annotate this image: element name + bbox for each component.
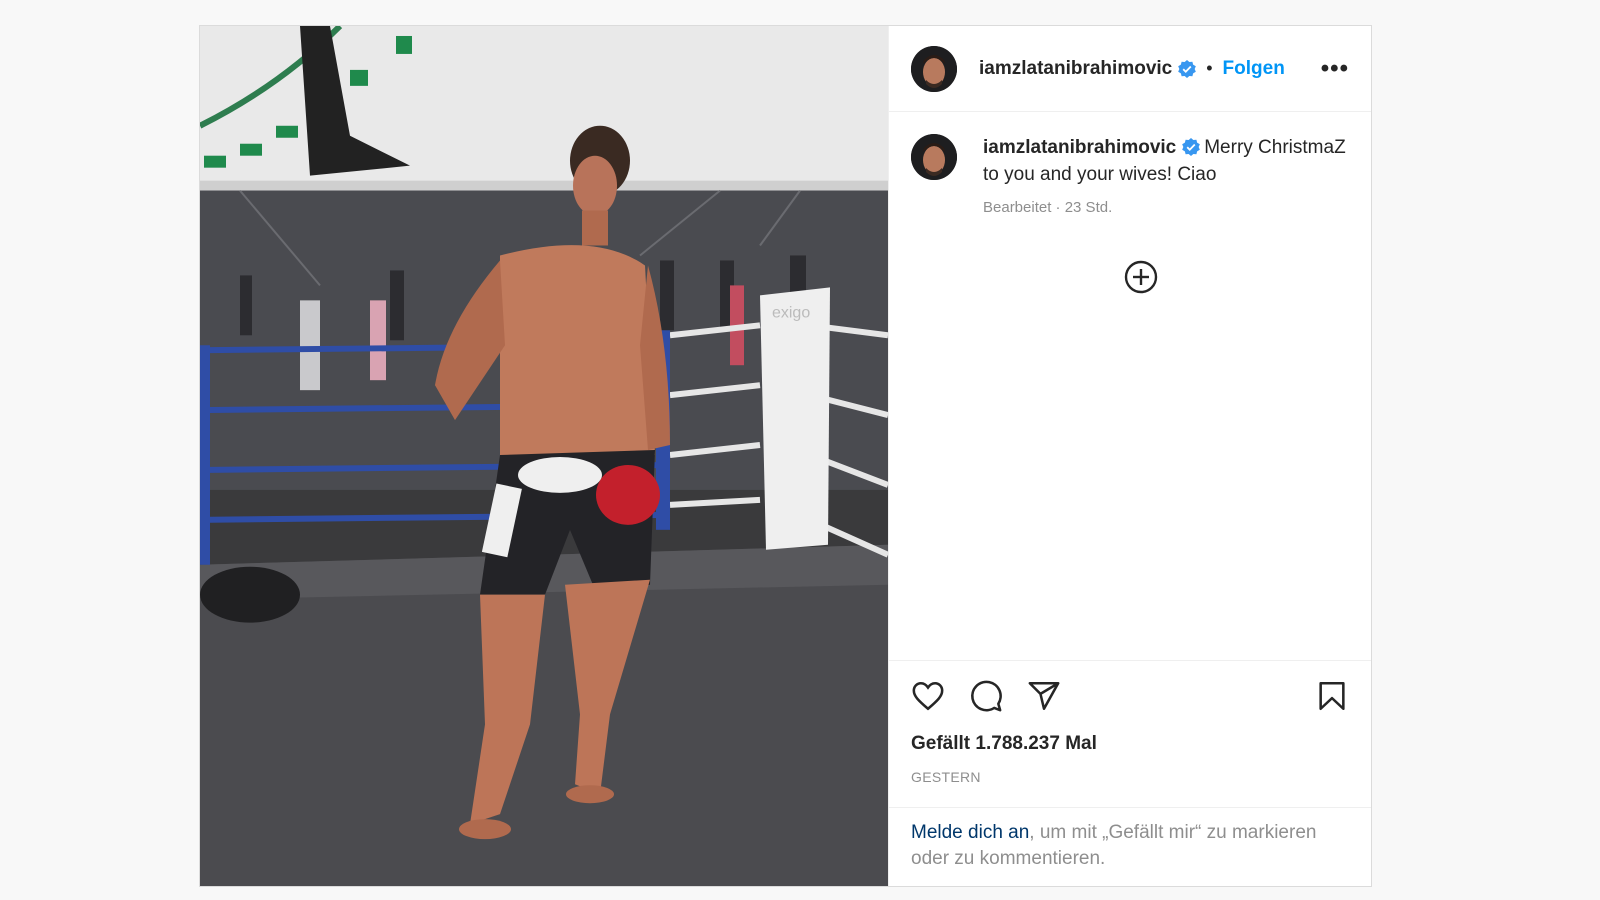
post-photo[interactable]: exigo bbox=[200, 26, 888, 886]
author-username[interactable]: iamzlatanibrahimovic bbox=[979, 58, 1172, 80]
caption-body: iamzlatanibrahimovic Merry ChristmaZ to y… bbox=[983, 134, 1349, 221]
author-avatar[interactable] bbox=[911, 45, 957, 92]
paper-plane-icon[interactable] bbox=[1027, 679, 1061, 713]
follow-button[interactable]: Folgen bbox=[1223, 58, 1285, 80]
svg-text:exigo: exigo bbox=[772, 304, 810, 321]
caption-meta: Bearbeitet · 23 Std. bbox=[983, 199, 1113, 216]
post-date: GESTERN bbox=[911, 769, 981, 785]
post-actions: Gefällt 1.788.237 Mal GESTERN bbox=[889, 660, 1371, 785]
login-prompt: Melde dich an, um mit „Gefällt mir“ zu m… bbox=[889, 807, 1371, 886]
plus-circle-icon[interactable] bbox=[1123, 259, 1159, 295]
instagram-post: exigo iamzlatanibrahimovic • Folgen ••• … bbox=[199, 25, 1372, 887]
action-icons bbox=[911, 679, 1349, 713]
login-link[interactable]: Melde dich an bbox=[911, 822, 1029, 843]
caption-avatar[interactable] bbox=[911, 134, 957, 180]
comments-area: iamzlatanibrahimovic Merry ChristmaZ to y… bbox=[889, 112, 1371, 660]
boxing-ring-photo: exigo bbox=[200, 26, 888, 886]
post-header: iamzlatanibrahimovic • Folgen ••• bbox=[889, 26, 1371, 112]
like-count[interactable]: Gefällt 1.788.237 Mal bbox=[911, 733, 1349, 755]
more-options-icon[interactable]: ••• bbox=[1321, 55, 1349, 83]
verified-badge-icon bbox=[1178, 59, 1197, 78]
post-caption: iamzlatanibrahimovic Merry ChristmaZ to y… bbox=[911, 134, 1349, 221]
heart-icon[interactable] bbox=[911, 679, 945, 713]
comment-bubble-icon[interactable] bbox=[969, 679, 1003, 713]
bookmark-icon[interactable] bbox=[1315, 679, 1349, 713]
post-sidebar: iamzlatanibrahimovic • Folgen ••• iamzla… bbox=[888, 26, 1371, 886]
caption-username[interactable]: iamzlatanibrahimovic bbox=[983, 137, 1176, 158]
verified-badge-icon bbox=[1182, 138, 1201, 156]
separator-dot: • bbox=[1206, 58, 1213, 78]
